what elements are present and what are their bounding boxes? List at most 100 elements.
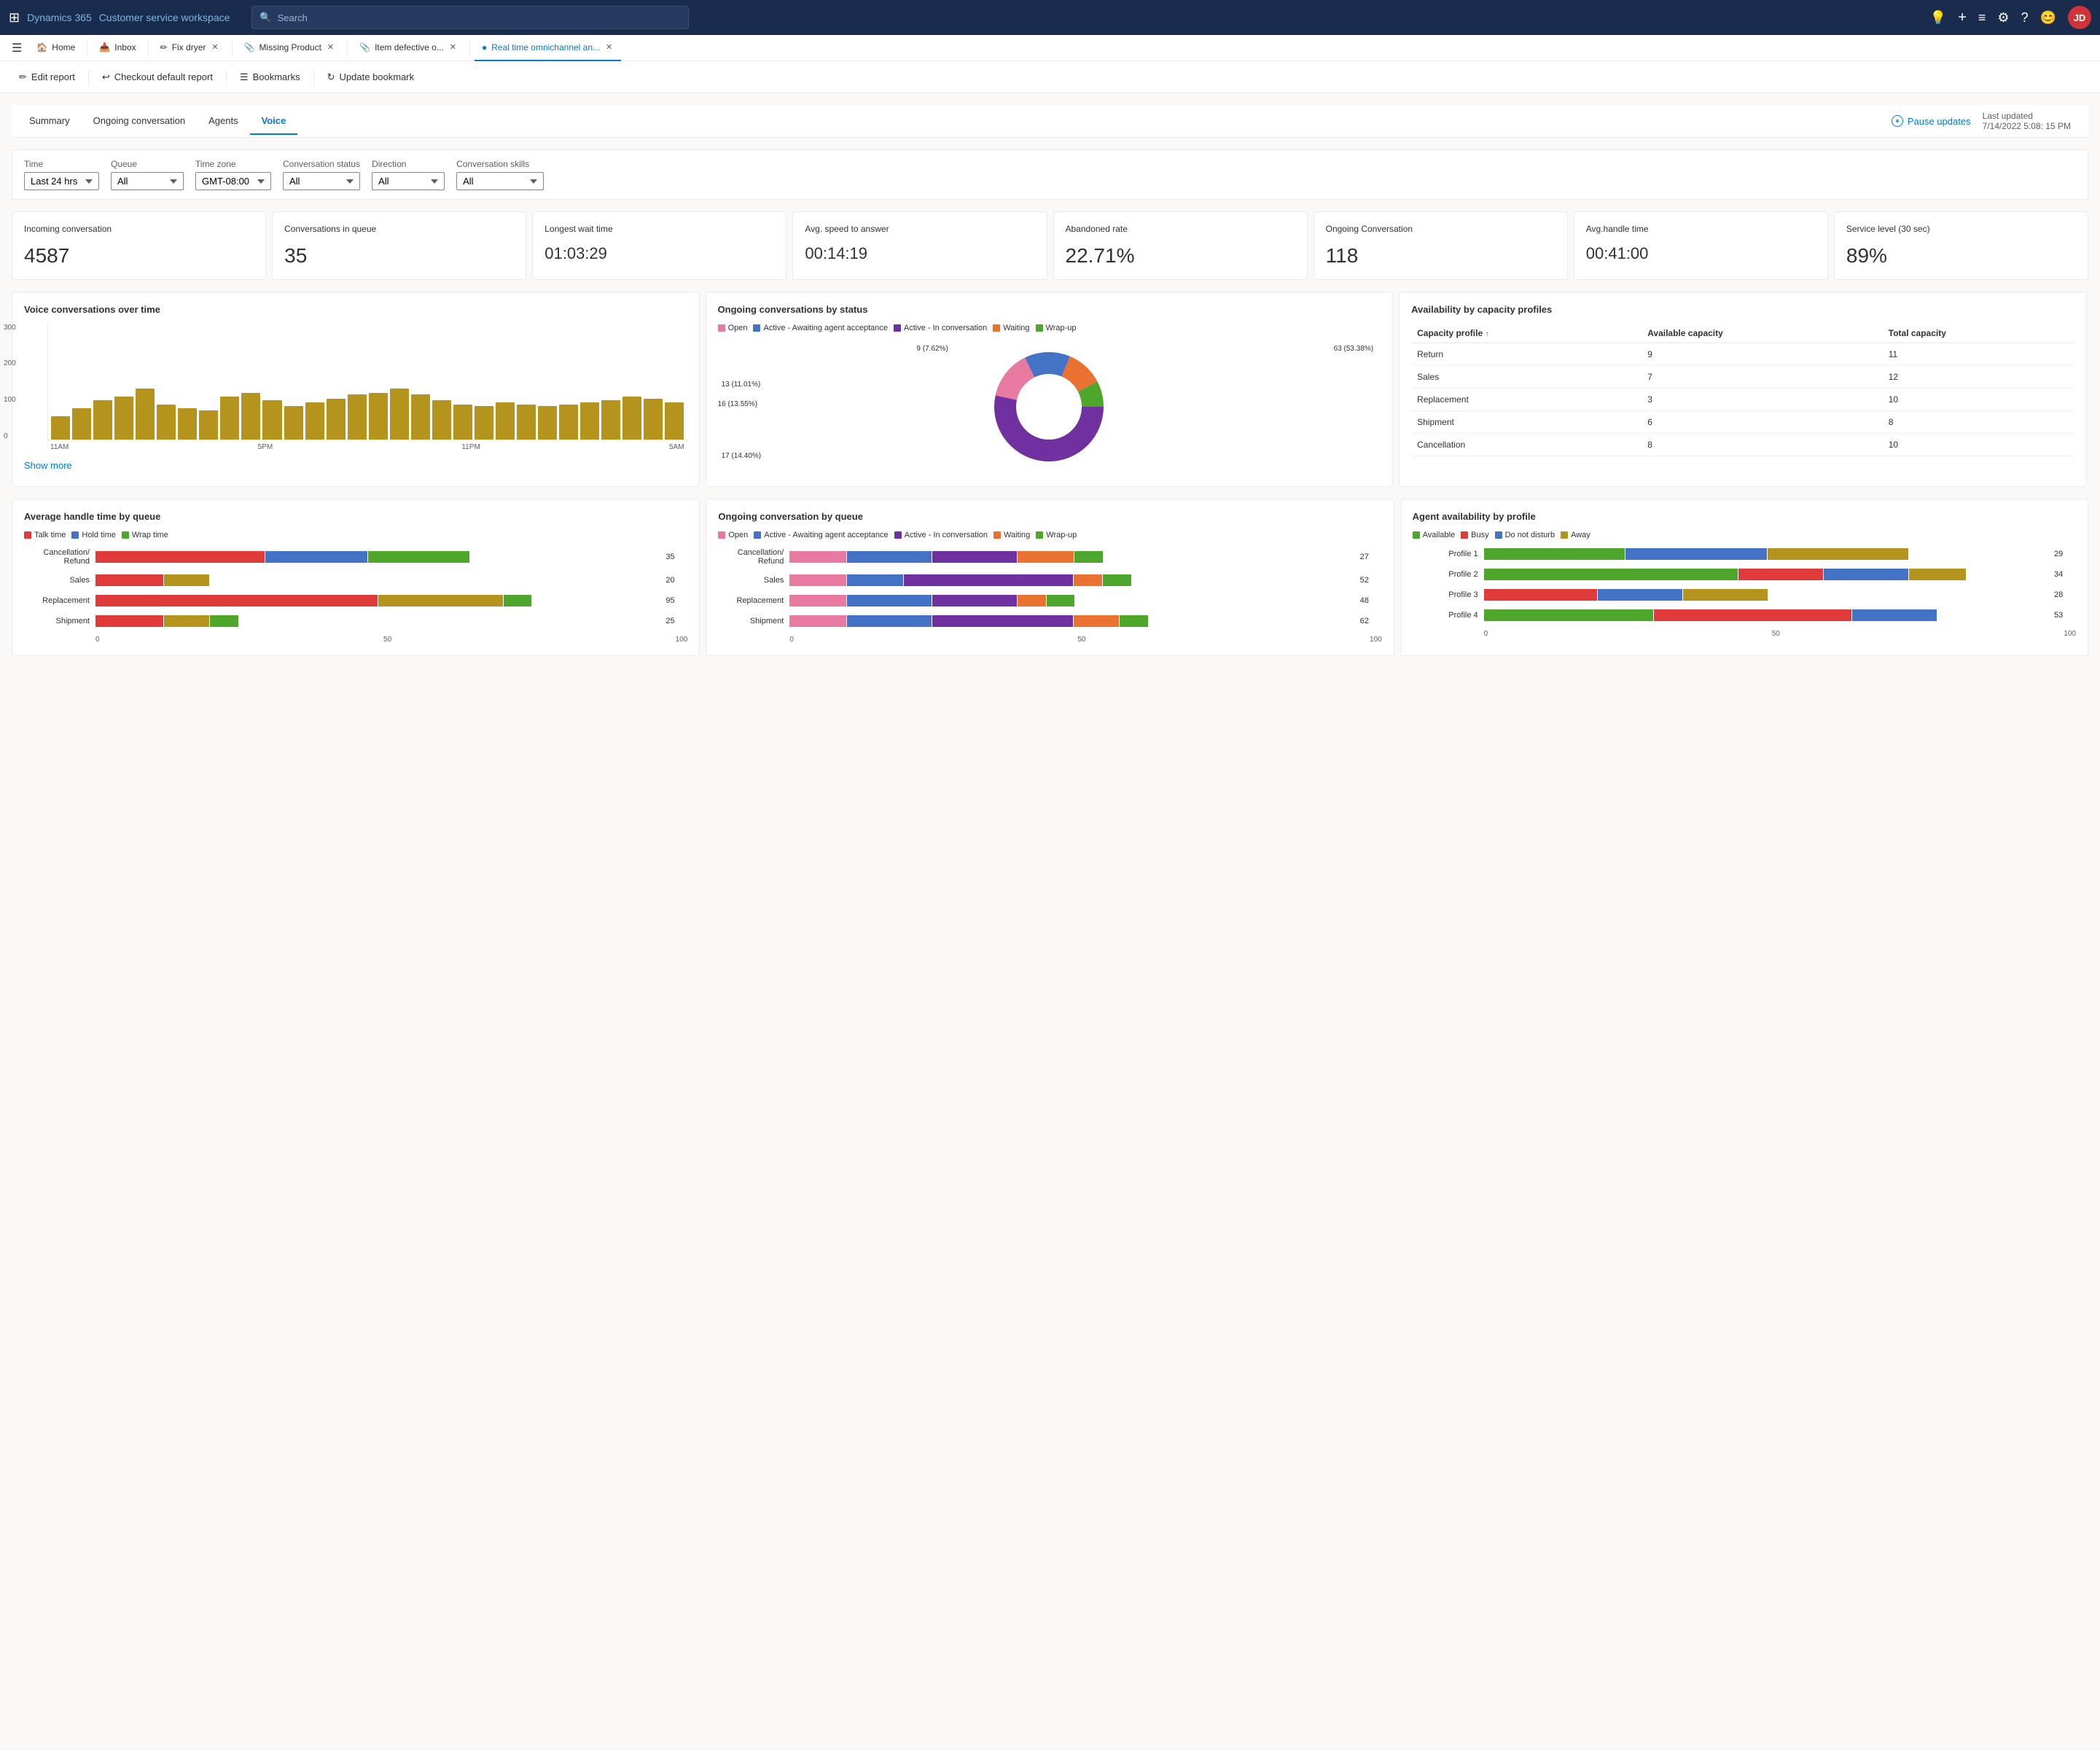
time-select[interactable]: Last 24 hrs xyxy=(24,172,99,190)
kpi-abandoned-rate: Abandoned rate 22.71% xyxy=(1053,211,1308,280)
kpi-avg-handle-time: Avg.handle time 00:41:00 xyxy=(1574,211,1828,280)
sort-icon[interactable]: ↑ xyxy=(1486,330,1489,338)
legend-queue-open: Open xyxy=(718,531,748,539)
checkout-icon: ↩ xyxy=(102,71,110,83)
tab-bar: ☰ 🏠 Home 📥 Inbox ✏ Fix dryer ✕ 📎 Missing… xyxy=(0,35,2100,61)
legend-awaiting: Active - Awaiting agent acceptance xyxy=(753,324,887,332)
tab-fix-dryer[interactable]: ✏ Fix dryer ✕ xyxy=(153,35,227,61)
table-row: Return911 xyxy=(1411,343,2074,365)
edit-report-button[interactable]: ✏ Edit report xyxy=(12,67,82,87)
edit-report-icon: ✏ xyxy=(19,71,27,83)
h-bar-row: Sales52 xyxy=(718,574,1381,586)
donut-label-in-conv: 63 (53.38%) xyxy=(1334,345,1373,353)
col-profile[interactable]: Capacity profile ↑ xyxy=(1411,324,1642,343)
menu-icon[interactable]: ≡ xyxy=(1978,10,1986,26)
timezone-select[interactable]: GMT-08:00 xyxy=(195,172,271,190)
tab-ongoing-conversation[interactable]: Ongoing conversation xyxy=(82,108,197,135)
charts-row-1: Voice conversations over time 300 200 10… xyxy=(12,292,2088,487)
update-bookmark-icon: ↻ xyxy=(327,71,335,83)
voice-bar xyxy=(327,399,346,440)
tab-summary[interactable]: Summary xyxy=(17,108,82,135)
filter-queue: Queue All xyxy=(111,159,184,190)
tab-item-defective[interactable]: 📎 Item defective o... ✕ xyxy=(352,35,465,61)
voice-conversations-chart: Voice conversations over time 300 200 10… xyxy=(12,292,700,487)
tab-separator-5 xyxy=(469,41,470,55)
inbox-icon: 📥 xyxy=(99,42,110,52)
search-bar[interactable]: 🔍 xyxy=(251,6,689,29)
voice-bar xyxy=(114,397,133,440)
queue-select[interactable]: All xyxy=(111,172,184,190)
agent-x-axis: 0 50 100 xyxy=(1484,630,2076,638)
tab-separator-4 xyxy=(347,41,348,55)
h-bar-row: Replacement48 xyxy=(718,595,1381,607)
kpi-row: Incoming conversation 4587 Conversations… xyxy=(12,211,2088,280)
tab-close-fix-dryer[interactable]: ✕ xyxy=(210,41,219,53)
avatar[interactable]: JD xyxy=(2068,6,2091,29)
voice-bar xyxy=(665,402,684,440)
tab-close-item-defective[interactable]: ✕ xyxy=(448,41,458,53)
voice-chart-wrapper: 300 200 100 0 11AM 5PM 11PM 5AM xyxy=(24,324,687,451)
checkout-default-button[interactable]: ↩ Checkout default report xyxy=(95,67,220,87)
add-icon[interactable]: + xyxy=(1958,9,1967,26)
filters-row: Time Last 24 hrs Queue All Time zone GMT… xyxy=(12,149,2088,200)
away-dot xyxy=(1561,531,1568,539)
col-total[interactable]: Total capacity xyxy=(1883,324,2074,343)
table-row: Replacement310 xyxy=(1411,388,2074,410)
capacity-table-wrapper[interactable]: Capacity profile ↑ Available capacity To… xyxy=(1411,324,2074,456)
h-bar-row: Profile 328 xyxy=(1413,589,2076,601)
tab-close-real-time[interactable]: ✕ xyxy=(604,41,614,53)
h-bar-row: Shipment62 xyxy=(718,615,1381,627)
pause-updates-button[interactable]: ⏸ Pause updates xyxy=(1892,115,1971,127)
app-launcher-icon[interactable]: ⊞ xyxy=(9,10,20,26)
voice-bar xyxy=(390,389,409,439)
h-bar-row: Sales20 xyxy=(24,574,687,586)
queue-legend: Open Active - Awaiting agent acceptance … xyxy=(718,531,1381,539)
settings-icon[interactable]: ⚙ xyxy=(1997,10,2009,26)
tab-voice[interactable]: Voice xyxy=(250,108,298,135)
conversation-skills-select[interactable]: All xyxy=(456,172,544,190)
tab-agents[interactable]: Agents xyxy=(197,108,249,135)
donut-label-waiting: 13 (11.01%) xyxy=(722,381,761,389)
hold-time-dot xyxy=(71,531,79,539)
h-bar-row: Cancellation/ Refund27 xyxy=(718,548,1381,566)
queue-open-dot xyxy=(718,531,725,539)
h-bar-row: Profile 129 xyxy=(1413,548,2076,560)
kpi-service-level: Service level (30 sec) 89% xyxy=(1834,211,2088,280)
update-bookmark-button[interactable]: ↻ Update bookmark xyxy=(320,67,422,87)
bookmarks-icon: ☰ xyxy=(240,71,249,83)
tab-close-missing-product[interactable]: ✕ xyxy=(326,41,335,53)
legend-queue-in-conv: Active - In conversation xyxy=(894,531,988,539)
tab-home[interactable]: 🏠 Home xyxy=(29,35,82,61)
legend-open: Open xyxy=(718,324,748,332)
hamburger-button[interactable]: ☰ xyxy=(6,41,28,55)
voice-bar xyxy=(453,405,472,440)
help-icon[interactable]: ? xyxy=(2021,10,2029,26)
queue-x-axis: 0 50 100 xyxy=(789,636,1381,644)
tab-missing-product[interactable]: 📎 Missing Product ✕ xyxy=(237,35,343,61)
feedback-icon[interactable]: 😊 xyxy=(2040,10,2056,26)
show-more-link[interactable]: Show more xyxy=(24,460,72,471)
voice-bar xyxy=(369,393,388,440)
voice-bar xyxy=(496,402,515,440)
filter-conversation-skills: Conversation skills All xyxy=(456,159,544,190)
bookmarks-button[interactable]: ☰ Bookmarks xyxy=(233,67,308,87)
col-available[interactable]: Available capacity xyxy=(1642,324,1883,343)
voice-bar xyxy=(241,393,260,440)
lightbulb-icon[interactable]: 💡 xyxy=(1930,10,1946,26)
ongoing-by-queue-chart: Ongoing conversation by queue Open Activ… xyxy=(706,499,1394,656)
conversation-status-select[interactable]: All xyxy=(283,172,360,190)
donut-svg-wrapper xyxy=(983,341,1115,475)
availability-by-capacity-chart: Availability by capacity profiles Capaci… xyxy=(1399,292,2087,487)
queue-bars: Cancellation/ Refund27 Sales52 Replacement… xyxy=(718,548,1381,627)
donut-label-wrapup: 9 (7.62%) xyxy=(916,345,948,353)
h-bar-row: Replacement95 xyxy=(24,595,687,607)
filter-direction: Direction All xyxy=(372,159,445,190)
donut-svg xyxy=(983,341,1115,472)
tab-inbox[interactable]: 📥 Inbox xyxy=(92,35,143,61)
direction-select[interactable]: All xyxy=(372,172,445,190)
legend-busy: Busy xyxy=(1461,531,1488,539)
search-input[interactable] xyxy=(278,12,682,23)
top-navigation: ⊞ Dynamics 365 Customer service workspac… xyxy=(0,0,2100,35)
tab-real-time[interactable]: ● Real time omnichannel an... ✕ xyxy=(475,35,621,61)
kpi-conversations-in-queue: Conversations in queue 35 xyxy=(272,211,526,280)
